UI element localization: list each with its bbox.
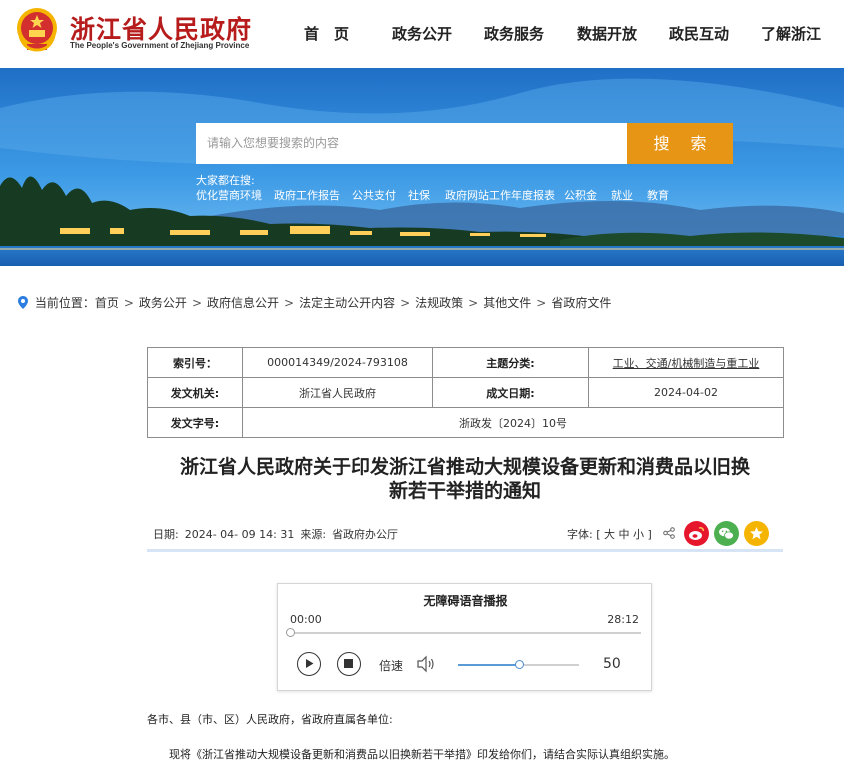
hot-link[interactable]: 政府网站工作年度报表: [445, 187, 555, 203]
publish-date-label: 日期:: [153, 528, 179, 541]
speed-button[interactable]: 倍速: [379, 657, 403, 674]
play-icon: [306, 659, 314, 668]
breadcrumb-item[interactable]: 法规政策: [415, 296, 463, 310]
time-total: 28:12: [607, 613, 639, 626]
table-row: 发文机关: 浙江省人民政府 成文日期: 2024-04-02: [147, 377, 784, 408]
play-button[interactable]: [297, 652, 321, 676]
audio-player: 无障碍语音播报 00:00 28:12 倍速 50: [277, 583, 652, 691]
progress-handle[interactable]: [286, 628, 295, 637]
search-banner: 请输入您想要搜索的内容 搜 索 大家都在搜: 优化营商环境 政府工作报告 公共支…: [0, 68, 844, 266]
breadcrumb-item-current[interactable]: 省政府文件: [551, 296, 611, 310]
hot-search-links: 优化营商环境 政府工作报告 公共支付 社保 政府网站工作年度报表 公积金 就业 …: [196, 187, 756, 203]
volume-slider[interactable]: [458, 660, 579, 669]
breadcrumb-item[interactable]: 政府信息公开: [207, 296, 279, 310]
date-value: 2024-04-02: [588, 377, 784, 408]
wechat-icon[interactable]: [714, 521, 739, 546]
topic-value-link[interactable]: 工业、交通/机械制造与重工业: [588, 347, 784, 378]
font-size-control: 字体: [ 大 中 小 ]: [567, 526, 652, 542]
issuer-value: 浙江省人民政府: [242, 377, 433, 408]
document-paragraph: 现将《浙江省推动大规模设备更新和消费品以旧换新若干举措》印发给你们，请结合实际认…: [169, 748, 675, 761]
stop-icon: [344, 659, 353, 668]
time-current: 00:00: [290, 613, 322, 626]
document-title: 浙江省人民政府关于印发浙江省推动大规模设备更新和消费品以旧换 新若干举措的通知: [147, 455, 783, 503]
source-value: 省政府办公厅: [332, 528, 399, 541]
location-pin-icon: [18, 296, 28, 309]
search-input[interactable]: 请输入您想要搜索的内容: [196, 123, 628, 164]
table-row: 发文字号: 浙政发〔2024〕10号: [147, 407, 784, 438]
weibo-glyph: [689, 527, 705, 540]
topic-label: 主题分类:: [432, 347, 589, 378]
font-size-options[interactable]: [ 大 中 小 ]: [596, 528, 652, 541]
nav-gov-affairs-open[interactable]: 政务公开: [392, 23, 452, 44]
document-salutation: 各市、县（市、区）人民政府，省政府直属各单位:: [147, 713, 393, 726]
hot-link[interactable]: 优化营商环境: [196, 187, 262, 203]
volume-slider-fill: [458, 664, 519, 666]
breadcrumb-separator: >: [400, 296, 411, 310]
volume-value: 50: [603, 656, 621, 672]
docno-value: 浙政发〔2024〕10号: [242, 407, 784, 438]
table-row: 索引号： 000014349/2024-793108 主题分类: 工业、交通/机…: [147, 347, 784, 378]
publish-info: 日期: 2024- 04- 09 14: 31 来源: 省政府办公厅: [153, 526, 398, 542]
nav-gov-services[interactable]: 政务服务: [484, 23, 544, 44]
hot-link[interactable]: 教育: [647, 187, 669, 203]
weibo-icon[interactable]: [684, 521, 709, 546]
hot-link[interactable]: 就业: [611, 187, 633, 203]
hot-link[interactable]: 公共支付: [352, 187, 396, 203]
index-label: 索引号：: [147, 347, 243, 378]
docno-label: 发文字号:: [147, 407, 243, 438]
breadcrumb-item[interactable]: 政务公开: [139, 296, 187, 310]
index-value: 000014349/2024-793108: [242, 347, 433, 378]
volume-handle[interactable]: [514, 660, 524, 669]
search-button[interactable]: 搜 索: [627, 123, 733, 164]
hot-link[interactable]: 政府工作报告: [274, 187, 340, 203]
breadcrumb-separator: >: [191, 296, 202, 310]
issuer-label: 发文机关:: [147, 377, 243, 408]
breadcrumb-item-home[interactable]: 首页: [95, 296, 119, 310]
breadcrumb-item[interactable]: 法定主动公开内容: [299, 296, 395, 310]
star-glyph: [750, 527, 763, 540]
share-icon[interactable]: [663, 527, 675, 539]
source-label: 来源:: [300, 528, 327, 541]
site-header: 浙江省人民政府 The People's Government of Zheji…: [0, 0, 844, 68]
breadcrumb-separator: >: [468, 296, 479, 310]
breadcrumb-prefix: 当前位置：: [34, 296, 95, 310]
banner-landscape-image: [0, 68, 844, 266]
document-info-table: 索引号： 000014349/2024-793108 主题分类: 工业、交通/机…: [147, 347, 784, 438]
progress-slider[interactable]: [286, 628, 641, 637]
hot-link[interactable]: 社保: [408, 187, 430, 203]
date-label: 成文日期:: [432, 377, 589, 408]
nav-home[interactable]: 首 页: [304, 23, 349, 44]
breadcrumb-item[interactable]: 其他文件: [483, 296, 531, 310]
breadcrumb-separator: >: [123, 296, 134, 310]
volume-icon[interactable]: [416, 655, 436, 673]
font-size-label: 字体:: [567, 528, 593, 541]
main-nav: 首 页 政务公开 政务服务 数据开放 政民互动 了解浙江: [0, 23, 844, 43]
title-line: 新若干举措的通知: [388, 480, 541, 502]
document-meta-bar: 日期: 2024- 04- 09 14: 31 来源: 省政府办公厅 字体: [ 大 …: [147, 520, 783, 552]
breadcrumb-separator: >: [284, 296, 295, 310]
nav-interaction[interactable]: 政民互动: [669, 23, 729, 44]
wechat-glyph: [719, 527, 734, 540]
nav-about-zhejiang[interactable]: 了解浙江: [761, 23, 821, 44]
star-icon[interactable]: [744, 521, 769, 546]
hot-link[interactable]: 公积金: [564, 187, 597, 203]
title-line: 浙江省人民政府关于印发浙江省推动大规模设备更新和消费品以旧换: [179, 456, 750, 478]
publish-date-value: 2024- 04- 09 14: 31: [184, 528, 295, 541]
hot-search-label: 大家都在搜:: [196, 174, 255, 187]
breadcrumb: 当前位置：首页 > 政务公开 > 政府信息公开 > 法定主动公开内容 > 法规政策 > 其他文件 > 省…: [18, 294, 611, 310]
stop-button[interactable]: [337, 652, 361, 676]
player-title: 无障碍语音播报: [423, 594, 508, 608]
breadcrumb-separator: >: [536, 296, 547, 310]
nav-data-open[interactable]: 数据开放: [577, 23, 637, 44]
